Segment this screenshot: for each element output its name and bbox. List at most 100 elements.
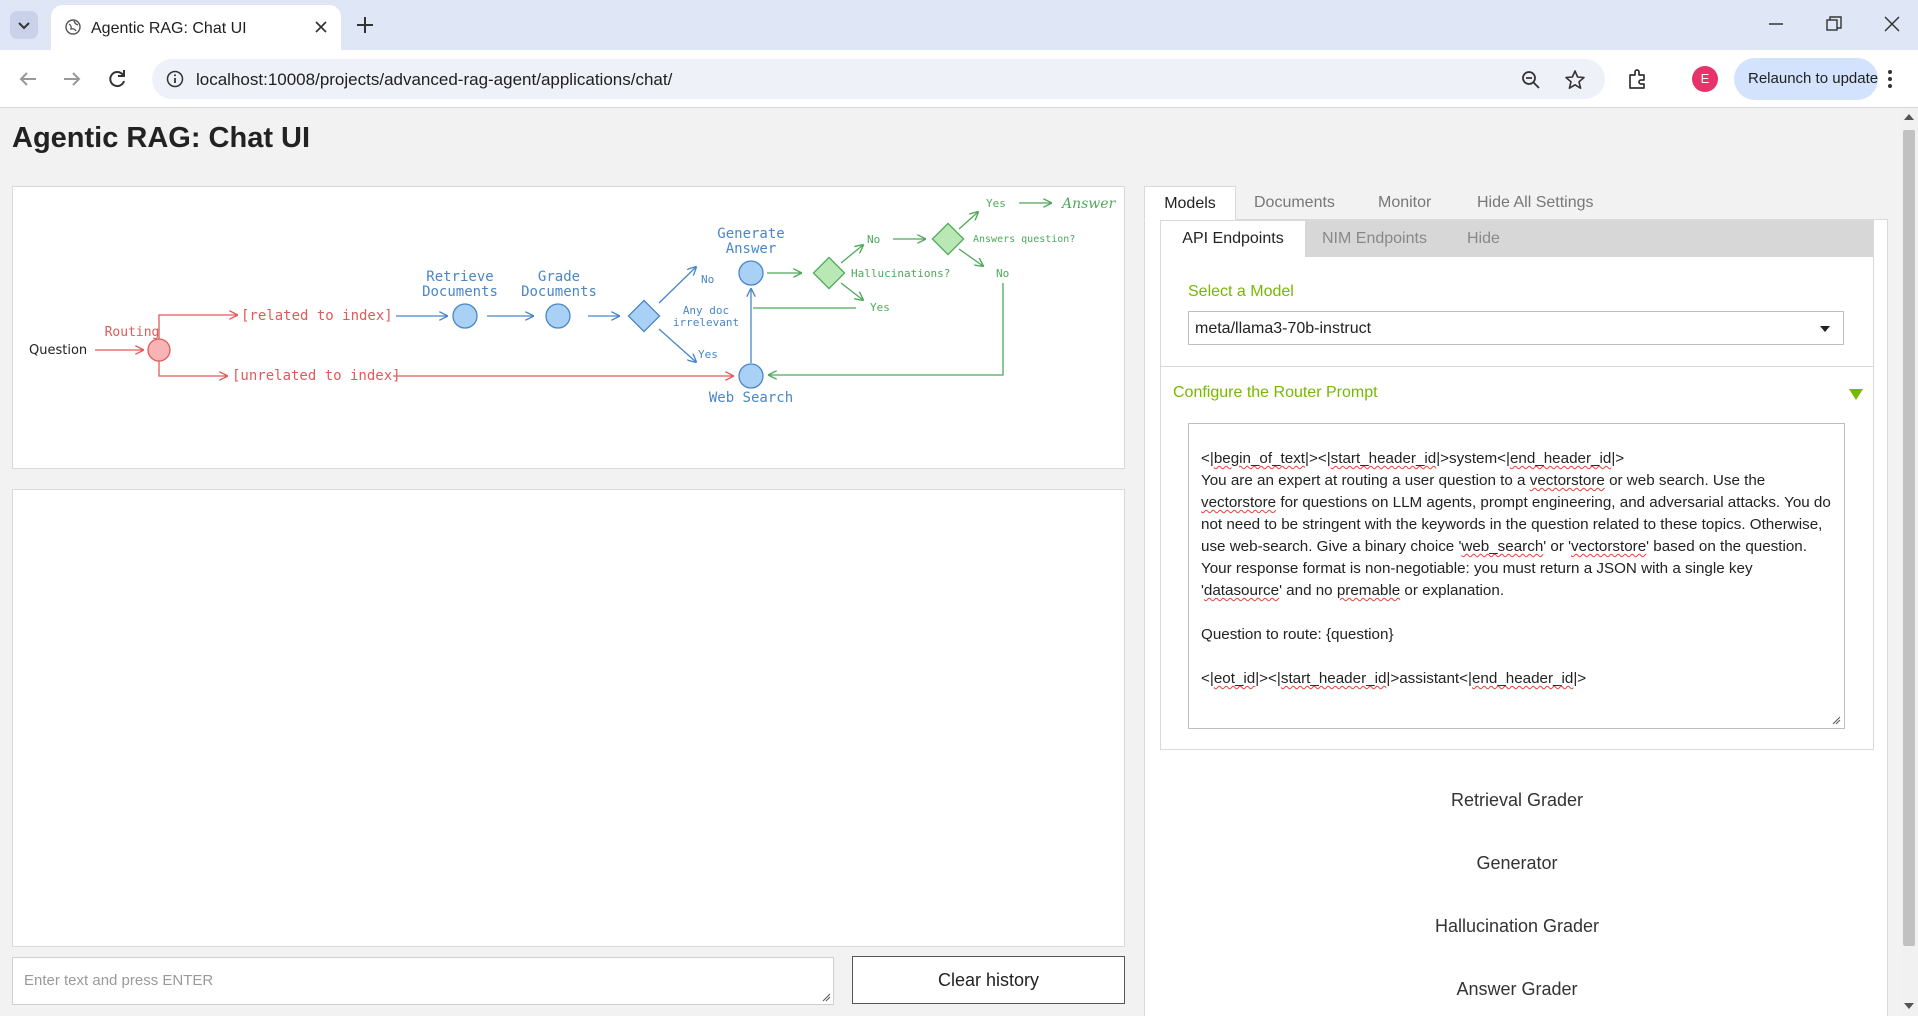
prompt-line: Question to route: {question}	[1201, 626, 1394, 643]
prompt-text: |>	[1573, 670, 1587, 687]
prompt-text: or explanation.	[1400, 582, 1505, 599]
prompt-text: |><|	[1305, 450, 1331, 467]
tab-nim-endpoints[interactable]: NIM Endpoints	[1322, 221, 1427, 257]
diagram-label-grade-docs: Documents	[521, 284, 597, 300]
section-retrieval-grader[interactable]: Retrieval Grader	[1145, 790, 1889, 811]
retrieve-node	[452, 303, 478, 329]
prompt-text: datasource	[1203, 582, 1280, 599]
bookmark-star-icon[interactable]	[1564, 69, 1586, 91]
tab-documents[interactable]: Documents	[1254, 186, 1335, 220]
relaunch-button[interactable]: Relaunch to update	[1734, 58, 1878, 100]
close-window-icon[interactable]	[1882, 14, 1902, 34]
restore-icon[interactable]	[1824, 14, 1844, 34]
dropdown-arrow-icon	[1820, 326, 1830, 332]
model-select-value: meta/llama3-70b-instruct	[1195, 320, 1372, 337]
model-select-label: Select a Model	[1188, 283, 1294, 300]
prompt-text: You are an expert at routing a user ques…	[1201, 472, 1530, 489]
prompt-text: vectorstore	[1201, 494, 1277, 511]
collapse-triangle-icon[interactable]	[1849, 389, 1863, 400]
diagram-edge	[958, 248, 983, 266]
diagram-label-no-2: No	[867, 233, 880, 246]
tab-search-button[interactable]	[10, 11, 38, 39]
web-search-node	[738, 363, 764, 389]
scroll-down-arrow-icon[interactable]	[1904, 1003, 1914, 1009]
close-icon[interactable]	[312, 18, 330, 36]
prompt-text: |><|	[1255, 670, 1281, 687]
prompt-text: web_search	[1461, 538, 1544, 555]
generate-node	[738, 260, 764, 286]
tab-models[interactable]: Models	[1144, 186, 1236, 220]
resize-grip-icon[interactable]	[821, 992, 831, 1002]
minimize-icon[interactable]	[1766, 14, 1786, 34]
site-info-icon[interactable]	[166, 70, 184, 88]
diagram-label-unrelated: [unrelated to index]	[232, 368, 401, 384]
new-tab-icon[interactable]	[354, 14, 376, 36]
url-text[interactable]: localhost:10008/projects/advanced-rag-ag…	[196, 70, 672, 90]
zoom-icon[interactable]	[1521, 70, 1541, 90]
tab-title: Agentic RAG: Chat UI	[91, 20, 247, 37]
relaunch-label: Relaunch to update	[1748, 70, 1879, 87]
diagram-label-retrieve: Retrieve	[426, 269, 493, 285]
address-bar[interactable]: localhost:10008/projects/advanced-rag-ag…	[152, 59, 1605, 99]
prompt-text: |>system<|	[1436, 450, 1510, 467]
prompt-text: end_header_id	[1471, 670, 1574, 687]
profile-avatar[interactable]: E	[1692, 66, 1718, 92]
browser-tab-strip: Agentic RAG: Chat UI	[0, 0, 1918, 50]
section-hallucination-grader[interactable]: Hallucination Grader	[1145, 916, 1889, 937]
prompt-text: vectorstore	[1529, 472, 1605, 489]
tab-api-endpoints[interactable]: API Endpoints	[1161, 221, 1305, 257]
router-prompt-header[interactable]: Configure the Router Prompt	[1173, 384, 1378, 402]
back-arrow-icon[interactable]	[16, 67, 40, 91]
page-scrollbar[interactable]	[1900, 108, 1918, 1016]
prompt-text: start_header_id	[1280, 670, 1387, 687]
diagram-label-irrelevant: irrelevant	[673, 316, 739, 329]
prompt-text: vectorstore	[1571, 538, 1647, 555]
endpoint-tabs: API Endpoints NIM Endpoints Hide	[1161, 221, 1873, 257]
browser-toolbar: localhost:10008/projects/advanced-rag-ag…	[0, 50, 1918, 108]
diagram-label-answer: Answer	[726, 241, 777, 257]
prompt-line: <|begin_of_text|><|start_header_id|>syst…	[1201, 448, 1832, 470]
prompt-text: premable	[1336, 582, 1401, 599]
prompt-text: start_header_id	[1330, 450, 1437, 467]
scrollbar-thumb[interactable]	[1903, 130, 1915, 946]
more-vert-icon[interactable]	[1886, 67, 1894, 91]
diagram-label-yes-2: Yes	[870, 301, 890, 314]
prompt-text: ' or '	[1543, 538, 1572, 555]
reload-icon[interactable]	[105, 67, 129, 91]
diagram-label-retrieve-docs: Documents	[422, 284, 498, 300]
tab-hide-all-settings[interactable]: Hide All Settings	[1477, 186, 1594, 220]
browser-tab[interactable]: Agentic RAG: Chat UI	[51, 5, 341, 50]
diagram-edge	[840, 282, 863, 300]
prompt-line: <|eot_id|><|start_header_id|>assistant<|…	[1201, 668, 1832, 690]
scroll-up-arrow-icon[interactable]	[1904, 114, 1914, 120]
settings-panel: Models Documents Monitor Hide All Settin…	[1144, 186, 1888, 1016]
prompt-blank-line	[1201, 646, 1832, 668]
diagram-label-grade: Grade	[538, 269, 580, 285]
diagram-label-yes: Yes	[698, 348, 718, 361]
section-generator[interactable]: Generator	[1145, 853, 1889, 874]
tab-hide[interactable]: Hide	[1467, 221, 1500, 257]
clear-history-button[interactable]: Clear history	[852, 956, 1125, 1004]
models-box: API Endpoints NIM Endpoints Hide Select …	[1160, 220, 1874, 750]
router-prompt-textarea[interactable]: <|begin_of_text|><|start_header_id|>syst…	[1188, 423, 1845, 729]
prompt-paragraph: You are an expert at routing a user ques…	[1201, 470, 1832, 602]
extensions-icon[interactable]	[1626, 67, 1650, 91]
prompt-text: ' and no	[1279, 582, 1337, 599]
tab-monitor[interactable]: Monitor	[1378, 186, 1431, 220]
forward-arrow-icon[interactable]	[60, 67, 84, 91]
resize-grip-icon[interactable]	[1831, 715, 1841, 725]
diagram-edge	[658, 267, 696, 304]
diagram-label-no: No	[701, 273, 714, 286]
page-content: Agentic RAG: Chat UI Question Routing [r…	[0, 108, 1900, 1016]
chat-input[interactable]: Enter text and press ENTER	[12, 957, 834, 1005]
routing-node	[147, 338, 171, 362]
diagram-label-related: [related to index]	[241, 308, 393, 324]
diagram-label-generate: Generate	[717, 226, 784, 242]
diagram-label-routing: Routing	[105, 325, 160, 340]
settings-body: API Endpoints NIM Endpoints Hide Select …	[1144, 220, 1888, 1016]
section-answer-grader[interactable]: Answer Grader	[1145, 979, 1889, 1000]
prompt-text: |>	[1611, 450, 1625, 467]
settings-tabs: Models Documents Monitor Hide All Settin…	[1144, 186, 1888, 220]
diagram-edge	[840, 245, 863, 264]
model-select[interactable]: meta/llama3-70b-instruct	[1188, 311, 1844, 345]
